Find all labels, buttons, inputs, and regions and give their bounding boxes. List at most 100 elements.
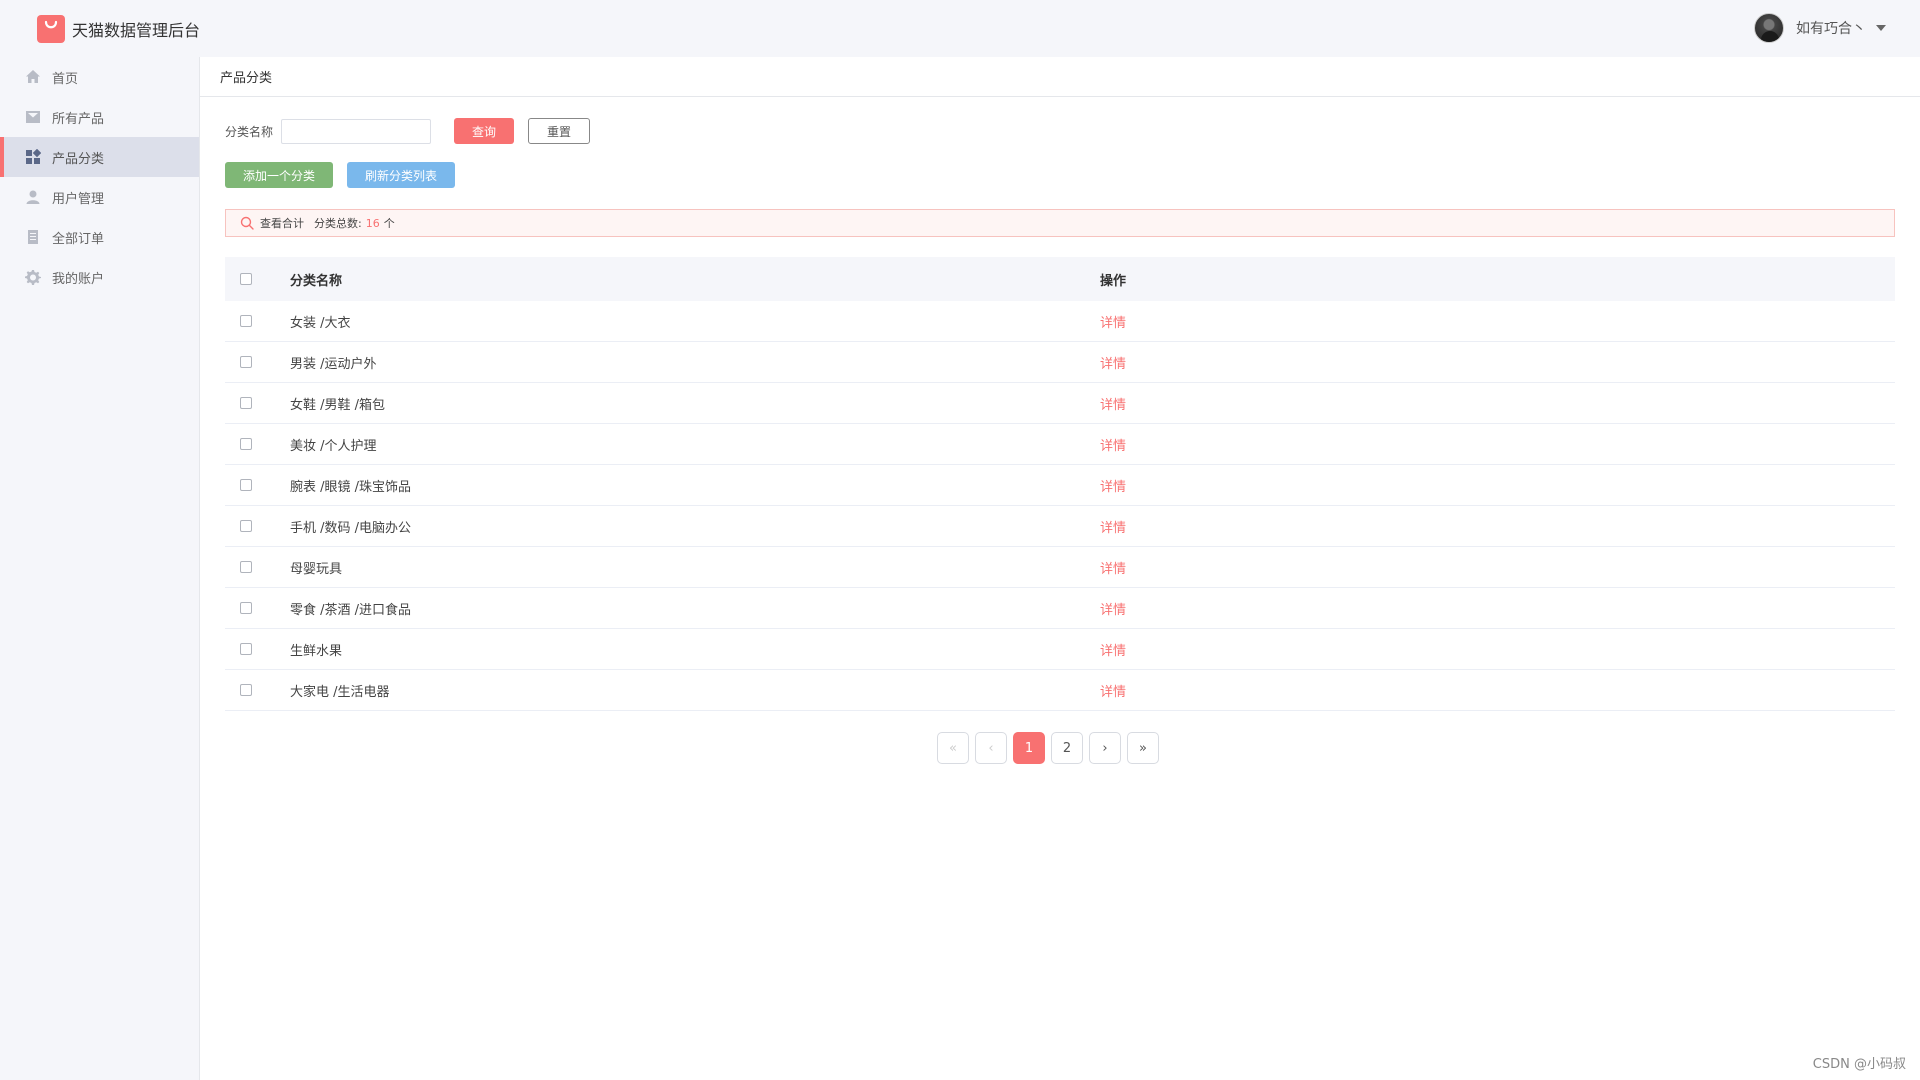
row-checkbox[interactable] [240,315,252,327]
detail-link[interactable]: 详情 [1100,644,1126,659]
row-checkbox[interactable] [240,438,252,450]
table-row: 男装 /运动户外 详情 [225,342,1895,383]
order-icon [24,228,42,246]
shopping-bag-icon [37,14,65,43]
summary-unit: 个 [383,217,395,230]
sidebar-item-label: 所有产品 [52,111,105,127]
product-icon [24,108,42,126]
sidebar-item-label: 全部订单 [52,231,105,247]
row-checkbox-cell [225,397,290,409]
reset-button[interactable]: 重置 [528,118,591,144]
user-menu[interactable]: 如有巧合丶 [1754,12,1886,44]
category-name-cell: 腕表 /眼镜 /珠宝饰品 [290,479,412,495]
action-cell: 详情 [1100,558,1895,577]
query-button[interactable]: 查询 [454,118,515,144]
row-checkbox-cell [225,438,290,450]
top-bar: 天猫数据管理后台 如有巧合丶 [0,0,1920,57]
user-name[interactable]: 如有巧合丶 [1796,18,1866,38]
detail-link[interactable]: 详情 [1100,603,1126,618]
action-cell: 详情 [1100,476,1895,495]
sidebar-item-home[interactable]: 首页 [0,57,199,97]
row-checkbox-cell [225,479,290,491]
table-body: 女装 /大衣 详情 男装 /运动户外 详情 女鞋 /男鞋 /箱包 详情 美妆 /个人护理 详情… [225,301,1895,711]
category-name-cell: 母婴玩具 [290,561,343,577]
watermark: CSDN @小码叔 [1812,1057,1906,1072]
category-name-cell: 大家电 /生活电器 [290,684,390,700]
detail-link[interactable]: 详情 [1100,439,1126,454]
detail-link[interactable]: 详情 [1100,316,1126,331]
row-checkbox-cell [225,356,290,368]
caret-down-icon[interactable] [1876,25,1886,31]
action-cell: 详情 [1100,435,1895,454]
row-checkbox-cell [225,520,290,532]
category-name-cell: 生鲜水果 [290,643,343,659]
sidebar-item-label: 我的账户 [52,271,105,287]
detail-link[interactable]: 详情 [1100,521,1126,536]
row-checkbox[interactable] [240,479,252,491]
select-all-checkbox[interactable] [240,273,252,285]
page-button-1[interactable]: 1 [1013,732,1045,764]
page-button-2[interactable]: 2 [1051,732,1083,764]
row-checkbox[interactable] [240,356,252,368]
sidebar-item-label: 产品分类 [52,151,105,167]
action-cell: 详情 [1100,681,1895,700]
row-checkbox[interactable] [240,602,252,614]
sidebar: 首页 所有产品 产品分类 用户管理 全部订单 我的账户 [0,57,200,1080]
table-row: 生鲜水果 详情 [225,629,1895,670]
pagination: « ‹ 1 2 › » [937,732,1165,764]
detail-link[interactable]: 详情 [1100,562,1126,577]
detail-link[interactable]: 详情 [1100,398,1126,413]
sidebar-item-all-products[interactable]: 所有产品 [0,97,199,137]
row-checkbox[interactable] [240,397,252,409]
page-header: 产品分类 [200,57,1920,97]
summary-total-count: 16 [365,216,380,230]
add-category-button[interactable]: 添加一个分类 [225,162,333,188]
row-checkbox[interactable] [240,520,252,532]
category-table: 分类名称 操作 女装 /大衣 详情 男装 /运动户外 详情 女鞋 /男鞋 /箱包 详情 美妆… [225,257,1895,711]
table-row: 零食 /茶酒 /进口食品 详情 [225,588,1895,629]
first-page-button[interactable]: « [937,732,969,764]
sidebar-item-label: 用户管理 [52,191,105,207]
category-name-input[interactable] [281,118,432,144]
search-icon [240,216,254,230]
search-label: 分类名称 [225,124,274,139]
category-name-cell: 美妆 /个人护理 [290,438,377,454]
last-page-button[interactable]: » [1127,732,1159,764]
header-checkbox-cell [225,273,290,285]
avatar[interactable] [1754,13,1784,43]
sidebar-item-product-category[interactable]: 产品分类 [0,137,199,177]
row-checkbox-cell [225,315,290,327]
category-name-cell: 手机 /数码 /电脑办公 [290,520,412,536]
sidebar-item-user-management[interactable]: 用户管理 [0,177,199,217]
column-header-name: 分类名称 [290,273,343,289]
detail-link[interactable]: 详情 [1100,480,1126,495]
row-checkbox[interactable] [240,684,252,696]
category-name-cell: 零食 /茶酒 /进口食品 [290,602,412,618]
row-checkbox-cell [225,643,290,655]
table-row: 女鞋 /男鞋 /箱包 详情 [225,383,1895,424]
summary-bar: 查看合计 分类总数: 16 个 [225,209,1895,237]
row-checkbox[interactable] [240,561,252,573]
action-cell: 详情 [1100,312,1895,331]
sidebar-item-all-orders[interactable]: 全部订单 [0,217,199,257]
row-checkbox[interactable] [240,643,252,655]
next-page-button[interactable]: › [1089,732,1121,764]
prev-page-button[interactable]: ‹ [975,732,1007,764]
row-checkbox-cell [225,602,290,614]
action-cell: 详情 [1100,517,1895,536]
detail-link[interactable]: 详情 [1100,685,1126,700]
table-row: 腕表 /眼镜 /珠宝饰品 详情 [225,465,1895,506]
action-cell: 详情 [1100,394,1895,413]
action-cell: 详情 [1100,599,1895,618]
detail-link[interactable]: 详情 [1100,357,1126,372]
search-form: 分类名称 查询 重置 [225,118,591,144]
sidebar-item-my-account[interactable]: 我的账户 [0,257,199,297]
refresh-category-list-button[interactable]: 刷新分类列表 [347,162,455,188]
brand[interactable]: 天猫数据管理后台 [37,14,200,43]
sidebar-item-label: 首页 [52,71,79,87]
category-name-cell: 男装 /运动户外 [290,356,377,372]
main-content: 产品分类 分类名称 查询 重置 添加一个分类 刷新分类列表 查看合计 分类总数:… [200,57,1920,1080]
gear-icon [24,268,42,286]
table-row: 女装 /大衣 详情 [225,301,1895,342]
table-header: 分类名称 操作 [225,257,1895,301]
